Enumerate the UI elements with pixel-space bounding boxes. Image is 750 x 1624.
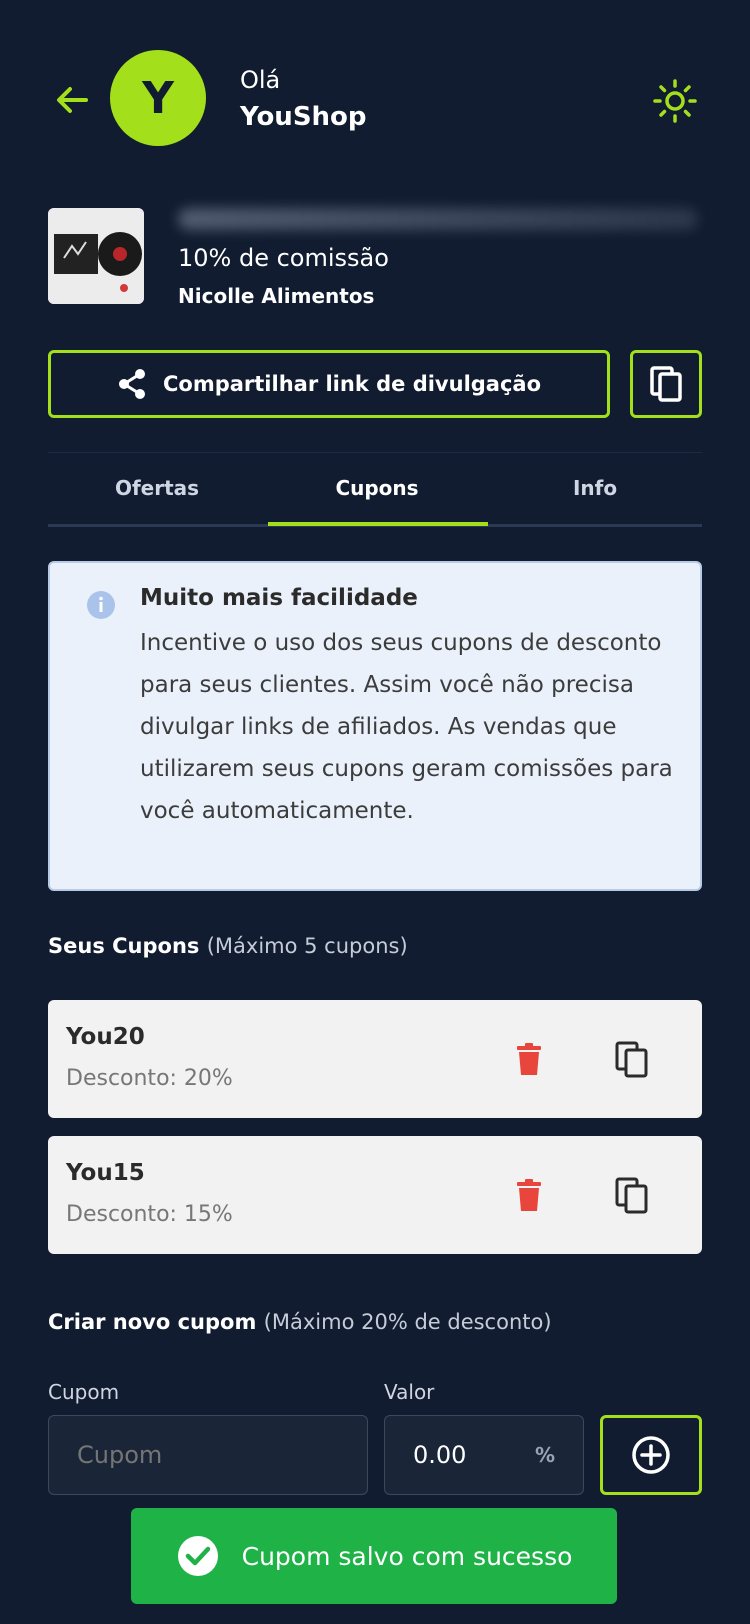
coupon-card: You20 Desconto: 20% xyxy=(48,1000,702,1118)
info-text: Incentive o uso dos seus cupons de desco… xyxy=(140,630,673,824)
trash-icon[interactable] xyxy=(514,1178,544,1212)
tab-cupons[interactable]: Cupons xyxy=(268,476,486,500)
create-coupon-limit: (Máximo 20% de desconto) xyxy=(263,1310,552,1334)
copy-icon xyxy=(650,366,682,402)
valor-label: Valor xyxy=(384,1380,435,1404)
trash-icon[interactable] xyxy=(514,1042,544,1076)
share-link-button[interactable]: Compartilhar link de divulgação xyxy=(48,350,610,418)
copy-link-button[interactable] xyxy=(630,350,702,418)
tab-info[interactable]: Info xyxy=(486,476,704,500)
add-coupon-button[interactable] xyxy=(600,1415,702,1495)
back-arrow-icon[interactable] xyxy=(52,80,92,120)
tabs-divider xyxy=(48,452,702,453)
create-coupon-section-title: Criar novo cupom (Máximo 20% de desconto… xyxy=(48,1310,552,1334)
coupons-title: Seus Cupons xyxy=(48,934,200,958)
toast-message: Cupom salvo com sucesso xyxy=(241,1541,573,1571)
shop-name: YouShop xyxy=(240,102,367,132)
coupon-code-input[interactable] xyxy=(48,1415,368,1495)
coupon-value: 0.00 xyxy=(413,1441,467,1469)
commission-text: 10% de comissão xyxy=(178,244,389,272)
coupon-card: You15 Desconto: 15% xyxy=(48,1136,702,1254)
product-title-blurred xyxy=(178,208,698,230)
share-icon xyxy=(118,369,145,399)
plus-circle-icon xyxy=(632,1436,670,1474)
active-tab-indicator xyxy=(268,522,488,526)
success-toast: Cupom salvo com sucesso xyxy=(131,1508,617,1604)
avatar: Y xyxy=(110,50,206,146)
greeting-text: Olá xyxy=(240,66,281,94)
coupon-discount: Desconto: 15% xyxy=(66,1202,233,1227)
info-title: Muito mais facilidade xyxy=(140,585,418,611)
check-circle-icon xyxy=(177,1536,218,1576)
tab-ofertas[interactable]: Ofertas xyxy=(48,476,266,500)
sun-icon[interactable] xyxy=(650,76,700,126)
copy-icon[interactable] xyxy=(614,1176,650,1216)
coupon-discount: Desconto: 20% xyxy=(66,1066,233,1091)
share-link-label: Compartilhar link de divulgação xyxy=(162,372,542,396)
coupon-value-input[interactable]: 0.00 % xyxy=(384,1415,584,1495)
seller-name: Nicolle Alimentos xyxy=(178,284,375,308)
cupom-label: Cupom xyxy=(48,1380,120,1404)
percent-unit: % xyxy=(534,1443,555,1467)
coupon-code: You15 xyxy=(66,1160,145,1186)
product-image xyxy=(48,208,144,304)
coupons-section-title: Seus Cupons (Máximo 5 cupons) xyxy=(48,934,408,958)
create-coupon-title: Criar novo cupom xyxy=(48,1310,257,1334)
info-icon xyxy=(87,591,115,619)
coupons-limit: (Máximo 5 cupons) xyxy=(206,934,408,958)
copy-icon[interactable] xyxy=(614,1040,650,1080)
coupon-code: You20 xyxy=(66,1024,145,1050)
